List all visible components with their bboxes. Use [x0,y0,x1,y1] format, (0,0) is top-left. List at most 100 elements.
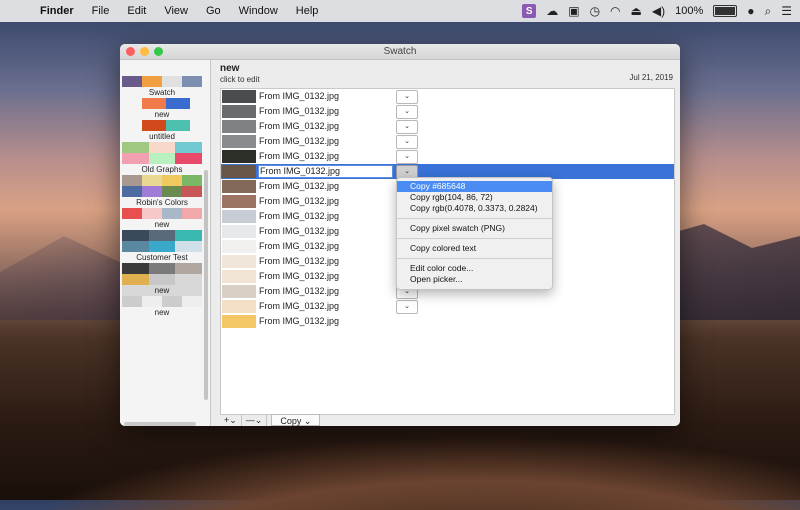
color-name-field[interactable]: From IMG_0132.jpg [259,90,339,103]
context-menu-item[interactable]: Copy rgb(0.4078, 0.3373, 0.2824) [397,203,552,214]
battery-icon[interactable] [713,5,738,17]
color-name-field[interactable]: From IMG_0132.jpg [259,255,339,268]
color-chip[interactable] [222,315,256,328]
context-menu-item[interactable]: Copy colored text [397,243,552,254]
menu-view[interactable]: View [164,5,188,17]
palette-name: Customer Test [136,253,188,262]
wifi-icon[interactable]: ◠ [610,4,620,18]
zoom-button[interactable] [154,47,163,56]
color-name-field[interactable]: From IMG_0132.jpg [259,240,339,253]
palette-item[interactable]: Robin's Colors [122,175,202,208]
palette-item[interactable]: Old Graphs [122,142,202,175]
context-menu-item[interactable]: Open picker... [397,274,552,285]
color-chip[interactable] [222,90,256,103]
context-menu-item[interactable]: Copy rgb(104, 86, 72) [397,192,552,203]
add-color-button[interactable]: +⌄ [220,414,242,426]
color-name-field[interactable]: From IMG_0132.jpg [259,105,339,118]
color-name-field[interactable]: From IMG_0132.jpg [259,120,339,133]
remove-color-button[interactable]: —⌄ [242,414,268,426]
palette-list[interactable]: Swatch new untitled Old Graphs Robin's Color… [120,76,208,411]
color-chip[interactable] [222,105,256,118]
color-chip[interactable] [222,210,256,223]
minimize-button[interactable] [140,47,149,56]
color-format-popup[interactable]: ⌄ [396,135,418,149]
sidebar-horizontal-scrollbar[interactable] [124,422,196,426]
battery-percent[interactable]: 100% [675,5,703,17]
color-chip[interactable] [222,180,256,193]
eject-icon[interactable]: ⏏ [631,4,642,18]
color-chip[interactable] [222,135,256,148]
title-bar[interactable]: Swatch [120,44,680,60]
color-row[interactable]: From IMG_0132.jpg [221,314,674,329]
palette-item[interactable]: new [122,98,202,120]
color-chip[interactable] [222,150,256,163]
color-toolbar: +⌄ —⌄ Copy ⌄ [220,414,321,426]
color-row[interactable]: From IMG_0132.jpg ⌄ [221,119,674,134]
palette-item[interactable]: new [122,208,202,230]
copy-format-popup[interactable]: Copy ⌄ [271,414,321,426]
volume-icon[interactable]: ◀) [652,4,665,18]
color-format-popup[interactable]: ⌄ [396,300,418,314]
menu-file[interactable]: File [92,5,110,17]
color-chip[interactable] [222,270,256,283]
close-button[interactable] [126,47,135,56]
palette-color-chip [122,142,149,153]
menu-edit[interactable]: Edit [127,5,146,17]
color-name-field[interactable]: From IMG_0132.jpg [259,285,339,298]
menu-help[interactable]: Help [296,5,319,17]
color-name-field[interactable]: From IMG_0132.jpg [259,270,339,283]
palette-color-chip [175,230,202,241]
color-chip[interactable] [222,240,256,253]
context-menu-item[interactable]: Edit color code... [397,263,552,274]
creative-cloud-icon[interactable]: ☁ [546,4,558,18]
color-row[interactable]: From IMG_0132.jpg ⌄ [221,89,674,104]
context-menu-item[interactable]: Copy #685648 [397,181,552,192]
color-chip[interactable] [222,195,256,208]
menu-window[interactable]: Window [239,5,278,17]
color-name-field[interactable]: From IMG_0132.jpg [259,195,339,208]
spotlight-icon[interactable]: ⌕ [765,4,772,19]
context-menu-item[interactable]: Copy pixel swatch (PNG) [397,223,552,234]
color-name-field[interactable]: From IMG_0132.jpg [259,300,339,313]
color-name-field[interactable]: From IMG_0132.jpg [259,315,339,328]
palette-item[interactable]: new [122,263,202,296]
color-name-field[interactable]: From IMG_0132.jpg [258,165,393,178]
palette-item[interactable]: new [122,296,202,318]
palette-color-chip [148,230,176,241]
user-icon[interactable]: ● [747,4,754,18]
color-row[interactable]: From IMG_0132.jpg ⌄ [221,104,674,119]
color-row[interactable]: From IMG_0132.jpg ⌄ [221,149,674,164]
contacts-icon[interactable]: ▣ [568,4,579,18]
color-format-popup[interactable]: ⌄ [396,120,418,134]
sidebar-vertical-scrollbar[interactable] [204,170,208,400]
color-chip[interactable] [222,285,256,298]
color-chip[interactable] [222,255,256,268]
color-chip[interactable] [222,165,256,178]
color-name-field[interactable]: From IMG_0132.jpg [259,150,339,163]
palette-color-chip [166,98,190,109]
palette-item[interactable]: Customer Test [122,230,202,263]
color-name-field[interactable]: From IMG_0132.jpg [259,135,339,148]
palette-title[interactable]: new [220,63,239,74]
color-name-field[interactable]: From IMG_0132.jpg [259,210,339,223]
palette-color-chip [142,296,162,307]
color-chip[interactable] [222,225,256,238]
color-chip[interactable] [222,120,256,133]
menu-finder[interactable]: Finder [40,5,74,17]
color-format-popup[interactable]: ⌄ [396,90,418,104]
palette-item[interactable]: Swatch [122,76,202,98]
palette-color-chip [122,263,149,274]
color-format-popup[interactable]: ⌄ [396,150,418,164]
color-row[interactable]: From IMG_0132.jpg ⌄ [221,134,674,149]
color-name-field[interactable]: From IMG_0132.jpg [259,180,339,193]
color-chip[interactable] [222,300,256,313]
time-machine-icon[interactable]: ◷ [590,4,600,18]
notification-center-icon[interactable]: ☰ [781,4,792,18]
palette-subtitle[interactable]: click to edit [220,75,260,84]
palette-item[interactable]: untitled [122,120,202,142]
color-row[interactable]: From IMG_0132.jpg ⌄ [221,299,674,314]
color-name-field[interactable]: From IMG_0132.jpg [259,225,339,238]
swatch-app-icon[interactable]: S [522,4,537,18]
color-format-popup[interactable]: ⌄ [396,105,418,119]
menu-go[interactable]: Go [206,5,221,17]
